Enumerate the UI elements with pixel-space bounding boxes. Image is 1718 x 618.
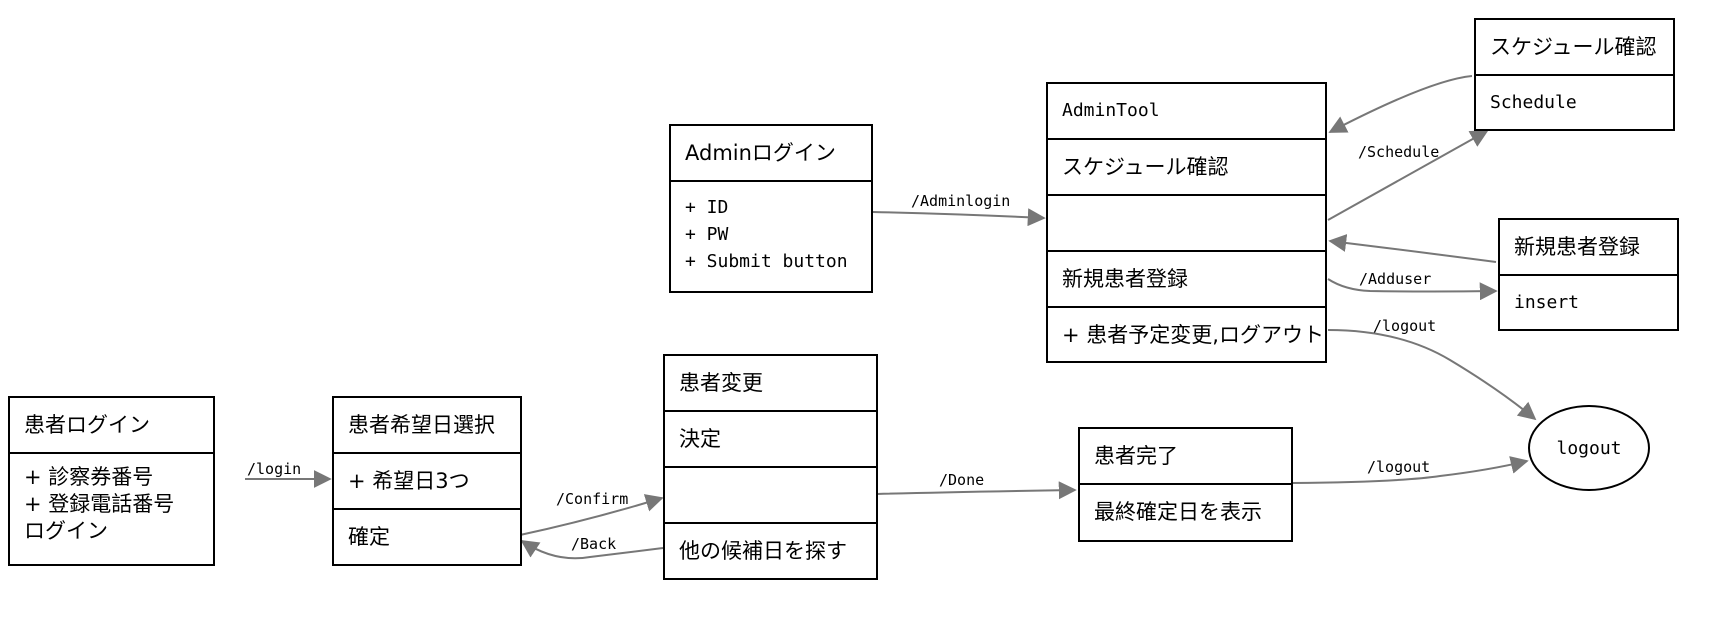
change-logout-item: + 患者予定変更,ログアウト [1062, 323, 1324, 347]
schedule-check-item: スケジュール確認 [1048, 140, 1325, 196]
node-patient-login: 患者ログイン + 診察券番号 + 登録電話番号 ログイン [8, 396, 215, 566]
edge-adminlogin [872, 208, 1046, 227]
node-body: + 診察券番号 + 登録電話番号 ログイン [10, 454, 213, 564]
edge-label-login: /login [247, 460, 302, 478]
search-other-dates: 他の候補日を探す [679, 539, 847, 563]
show-final-date: 最終確定日を表示 [1094, 500, 1262, 524]
edge-done [876, 481, 1077, 500]
edge-label-schedule: /Schedule [1358, 143, 1440, 161]
field-preferred-dates: + 希望日3つ [334, 454, 520, 510]
edge-label-back: /Back [571, 535, 617, 553]
node-title: 患者変更 [665, 356, 876, 412]
login-action: ログイン [24, 519, 108, 543]
flow-diagram: /login /Confirm /Back /Done /logout /Adm… [0, 0, 1718, 618]
decide-action: 決定 [665, 412, 876, 468]
edge-label-logout-admin: /logout [1373, 317, 1437, 335]
node-patient-select-date: 患者希望日選択 + 希望日3つ 確定 [332, 396, 522, 566]
edge-label-adminlogin: /Adminlogin [911, 192, 1011, 210]
node-title: 患者完了 [1080, 429, 1291, 485]
edge-adduser-return [1328, 234, 1497, 263]
field-phone-number: + 登録電話番号 [24, 492, 175, 516]
edge-schedule-return [1328, 75, 1473, 133]
node-new-patient: 新規患者登録 insert [1498, 218, 1679, 331]
node-schedule-check: スケジュール確認 Schedule [1474, 18, 1675, 131]
node-body: + ID + PW + Submit button [671, 182, 871, 291]
edge-label-confirm: /Confirm [556, 490, 629, 508]
node-patient-change: 患者変更 決定 他の候補日を探す [663, 354, 878, 580]
insert-body: insert [1514, 292, 1580, 313]
field-card-number: + 診察券番号 [24, 465, 154, 489]
node-title: 患者希望日選択 [334, 398, 520, 454]
edge-logout-admin [1327, 329, 1537, 421]
schedule-body: Schedule [1490, 92, 1577, 113]
confirm-action: 確定 [348, 525, 390, 549]
node-patient-done: 患者完了 最終確定日を表示 [1078, 427, 1293, 542]
empty-slot [1048, 196, 1325, 252]
edge-label-adduser: /Adduser [1359, 270, 1432, 288]
empty-slot [665, 468, 876, 524]
node-title: 新規患者登録 [1500, 220, 1677, 276]
node-title: スケジュール確認 [1476, 20, 1673, 76]
node-admin-login: Adminログイン + ID + PW + Submit button [669, 124, 873, 293]
node-logout: logout [1528, 405, 1650, 491]
node-title: AdminTool [1048, 84, 1325, 140]
field-id: + ID [685, 197, 729, 218]
register-patient-item: 新規患者登録 [1048, 252, 1325, 308]
node-admin-tool: AdminTool スケジュール確認 新規患者登録 + 患者予定変更,ログアウト [1046, 82, 1327, 363]
field-pw: + PW [685, 224, 729, 245]
submit-button-spec: + Submit button [685, 251, 848, 272]
edge-label-done: /Done [939, 471, 985, 489]
node-title: 患者ログイン [10, 398, 213, 454]
edge-label-logout-done: /logout [1367, 458, 1431, 476]
node-title: Adminログイン [671, 126, 871, 182]
